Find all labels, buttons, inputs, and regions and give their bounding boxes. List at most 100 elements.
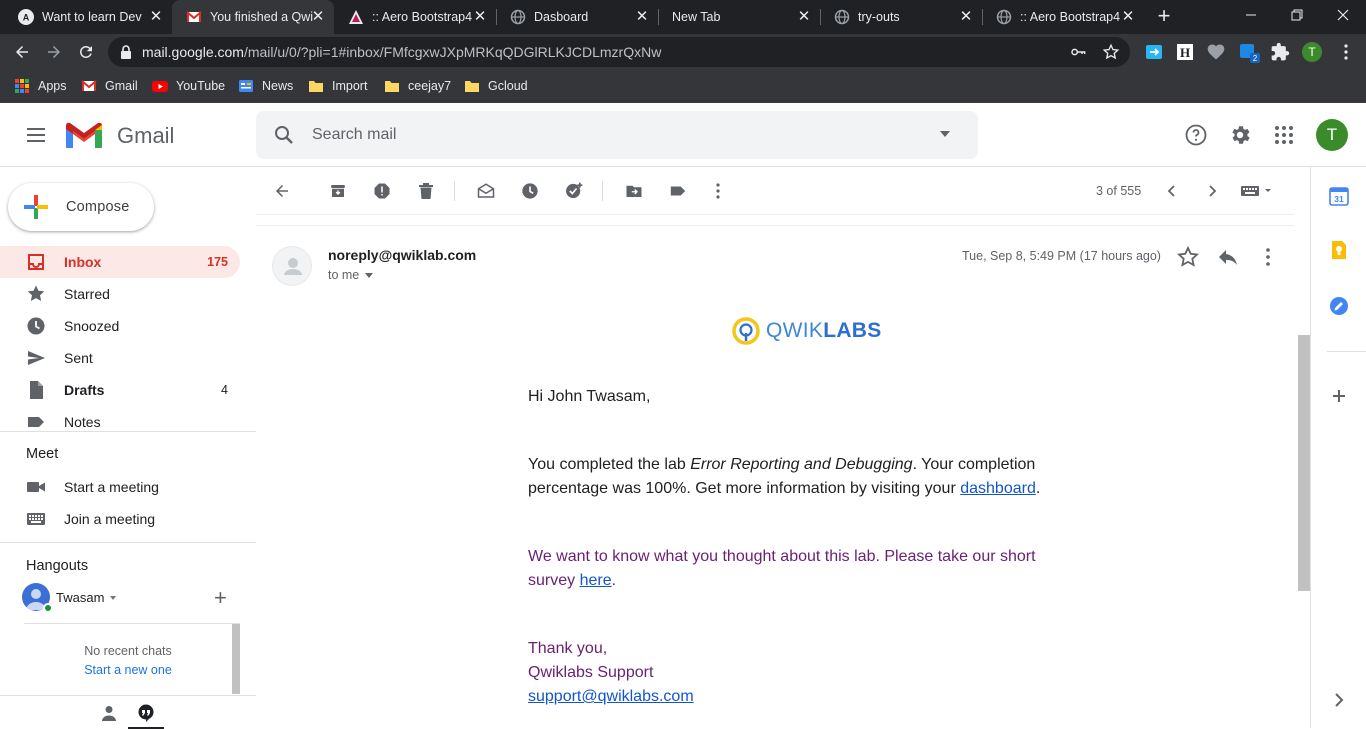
- nav-item-snoozed[interactable]: Snoozed: [0, 310, 240, 342]
- browser-tab-strip: A Want to learn Dev ✕ You finished a Qwi…: [0, 0, 1366, 34]
- more-vert-icon[interactable]: [1256, 245, 1280, 269]
- folder-icon: [309, 81, 323, 92]
- search-icon[interactable]: [272, 123, 296, 147]
- input-tools-button[interactable]: [1238, 179, 1274, 203]
- bookmark-youtube[interactable]: YouTube: [152, 76, 225, 96]
- browser-tab-4[interactable]: Dasboard ✕: [496, 0, 658, 34]
- tab-close-icon[interactable]: ✕: [1120, 9, 1136, 25]
- chats-scrollbar[interactable]: [232, 624, 240, 694]
- archive-button[interactable]: [326, 179, 350, 203]
- delete-button[interactable]: [414, 179, 438, 203]
- report-spam-button[interactable]: [370, 179, 394, 203]
- nav-item-notes[interactable]: Notes: [0, 406, 240, 438]
- nav-item-inbox[interactable]: Inbox 175: [0, 246, 240, 278]
- extension-h-icon[interactable]: H: [1175, 42, 1195, 62]
- start-meeting-link[interactable]: Start a meeting: [0, 471, 256, 503]
- extensions-puzzle-icon[interactable]: [1270, 42, 1290, 62]
- forward-button[interactable]: [42, 40, 66, 64]
- google-calendar-icon[interactable]: 31: [1329, 186, 1349, 206]
- help-icon[interactable]: [1184, 123, 1208, 147]
- back-to-inbox-button[interactable]: [270, 179, 294, 203]
- account-avatar[interactable]: T: [1316, 119, 1348, 151]
- bookmark-import[interactable]: Import: [308, 76, 367, 96]
- snooze-button[interactable]: [518, 179, 542, 203]
- browser-tab-1[interactable]: A Want to learn Dev ✕: [4, 0, 172, 34]
- google-keep-icon[interactable]: [1329, 240, 1349, 260]
- show-side-panel-icon[interactable]: [1329, 690, 1349, 710]
- sender-email[interactable]: noreply@qwiklab.com: [328, 247, 476, 263]
- move-to-folder-icon: [626, 185, 642, 197]
- get-addons-icon[interactable]: [1329, 386, 1349, 406]
- start-new-chat-link[interactable]: Start a new one: [24, 663, 232, 677]
- nav-item-sent[interactable]: Sent: [0, 342, 240, 374]
- contacts-person-icon[interactable]: [100, 704, 118, 722]
- bookmark-gmail[interactable]: Gmail: [81, 76, 138, 96]
- minimize-button[interactable]: [1228, 0, 1274, 30]
- hangouts-tab[interactable]: [128, 696, 164, 729]
- chevron-down-icon: [365, 273, 374, 279]
- tab-close-icon[interactable]: ✕: [958, 9, 974, 25]
- message-scrollbar[interactable]: [1298, 335, 1310, 591]
- mark-unread-button[interactable]: [474, 179, 498, 203]
- tab-close-icon[interactable]: ✕: [472, 9, 488, 25]
- hangouts-user-status[interactable]: Twasam: [22, 583, 232, 613]
- close-window-button[interactable]: [1320, 0, 1366, 30]
- more-actions-button[interactable]: [706, 179, 730, 203]
- google-apps-icon[interactable]: [1272, 123, 1296, 147]
- main-menu-icon[interactable]: [24, 123, 48, 147]
- tab-close-icon[interactable]: ✕: [310, 9, 326, 25]
- key-icon[interactable]: [1070, 44, 1086, 60]
- qwiklabs-logo-icon: [732, 317, 760, 345]
- tab-close-icon[interactable]: ✕: [148, 9, 164, 25]
- profile-avatar[interactable]: T: [1302, 42, 1322, 62]
- compose-button[interactable]: Compose: [8, 183, 154, 231]
- nav-label: Drafts: [64, 382, 105, 398]
- add-to-tasks-button[interactable]: [562, 179, 586, 203]
- support-email-link[interactable]: support@qwiklabs.com: [528, 688, 694, 705]
- bookmark-gcloud[interactable]: Gcloud: [464, 76, 528, 96]
- tab-close-icon[interactable]: ✕: [634, 9, 650, 25]
- search-options-caret-icon[interactable]: [940, 131, 950, 137]
- reply-icon[interactable]: [1216, 245, 1240, 269]
- browser-tab-5[interactable]: New Tab ✕: [658, 0, 820, 34]
- restore-button[interactable]: [1274, 0, 1320, 30]
- google-tasks-icon[interactable]: [1329, 296, 1349, 316]
- back-button[interactable]: [10, 40, 34, 64]
- bookmark-news[interactable]: News: [238, 76, 293, 96]
- gmail-logo-icon[interactable]: [64, 121, 104, 151]
- browser-tab-6[interactable]: try-outs ✕: [820, 0, 982, 34]
- browser-tab-2[interactable]: You finished a Qwi ✕: [172, 0, 334, 34]
- bookmark-ceejay7[interactable]: ceejay7: [384, 76, 451, 96]
- browser-tab-7[interactable]: :: Aero Bootstrap4 ✕: [982, 0, 1144, 34]
- join-meeting-link[interactable]: Join a meeting: [0, 503, 256, 535]
- extension-share-icon[interactable]: [1144, 42, 1164, 62]
- bookmark-star-icon[interactable]: [1102, 43, 1120, 61]
- nav-label: Inbox: [64, 254, 102, 270]
- nav-label: Notes: [64, 414, 101, 430]
- more-vert-icon: [716, 183, 720, 199]
- extension-heart-icon[interactable]: [1206, 42, 1226, 62]
- settings-gear-icon[interactable]: [1228, 123, 1252, 147]
- dashboard-link[interactable]: dashboard: [960, 480, 1036, 497]
- tab-close-icon[interactable]: ✕: [796, 9, 812, 25]
- move-to-button[interactable]: [622, 179, 646, 203]
- reload-button[interactable]: [74, 40, 98, 64]
- recipient-details[interactable]: to me: [328, 268, 374, 282]
- nav-item-starred[interactable]: Starred: [0, 278, 240, 310]
- nav-item-drafts[interactable]: Drafts 4: [0, 374, 240, 406]
- gmail-brand[interactable]: Gmail: [117, 123, 174, 149]
- newer-button[interactable]: [1160, 179, 1184, 203]
- extension-trello-icon[interactable]: 2: [1238, 42, 1260, 63]
- add-task-icon: [566, 182, 583, 199]
- address-bar[interactable]: mail.google.com/mail/u/0/?pli=1#inbox/FM…: [108, 37, 1130, 67]
- bookmark-apps[interactable]: Apps: [14, 76, 67, 96]
- browser-menu-button[interactable]: [1334, 40, 1358, 64]
- add-chat-icon[interactable]: +: [214, 587, 227, 609]
- star-outline-icon[interactable]: [1176, 245, 1200, 269]
- labels-button[interactable]: [666, 179, 690, 203]
- survey-link[interactable]: here: [580, 572, 612, 589]
- search-input[interactable]: [312, 123, 872, 147]
- new-tab-button[interactable]: +: [1152, 5, 1176, 29]
- browser-tab-3[interactable]: :: Aero Bootstrap4 ✕: [334, 0, 496, 34]
- older-button[interactable]: [1200, 179, 1224, 203]
